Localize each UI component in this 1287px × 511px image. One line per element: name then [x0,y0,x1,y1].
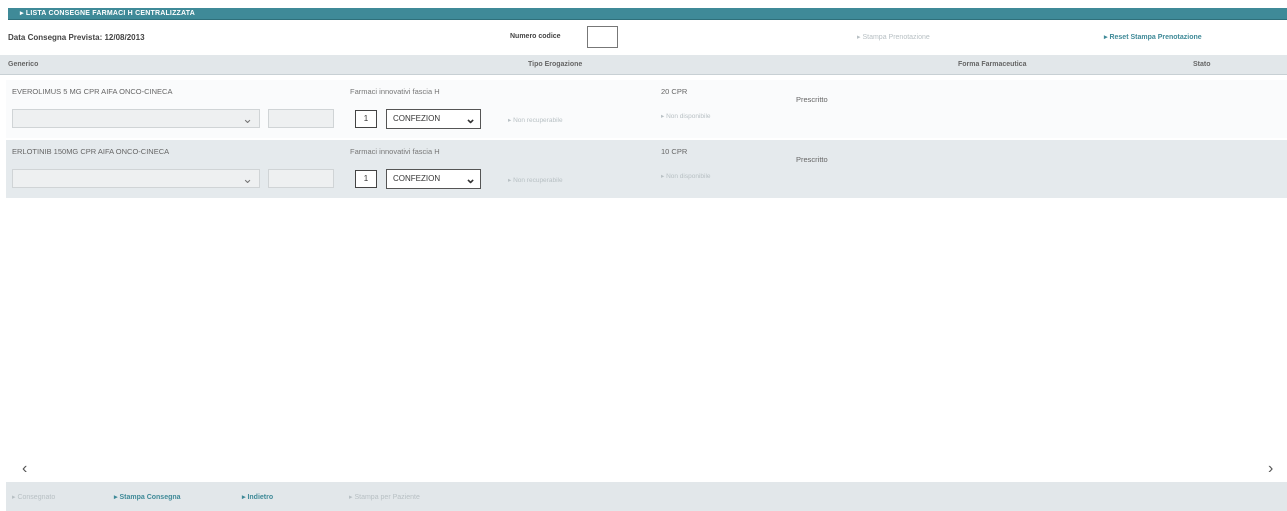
chevron-down-icon: ⌄ [465,171,476,186]
confezione-value: CONFEZION [393,174,441,183]
stampa-consegna-link[interactable]: ▸ Stampa Consegna [114,493,181,501]
quantity-input[interactable]: 1 [355,110,377,128]
quantity-input[interactable]: 1 [355,170,377,188]
table-row: EVEROLIMUS 5 MG CPR AIFA ONCO-CINECA ⌄ F… [6,80,1287,138]
scroll-left-icon[interactable]: ‹ [22,460,27,478]
indietro-link[interactable]: ▸ Indietro [242,493,273,501]
stampa-prenotazione-link[interactable]: ▸ Stampa Prenotazione [857,33,930,41]
column-header-stato: Stato [1193,61,1211,68]
delivery-date-label: Data Consegna Prevista: 12/08/2013 [8,33,145,42]
quantita-text: 10 CPR [661,147,688,156]
consegnato-link[interactable]: ▸ Consegnato [12,493,55,501]
chevron-down-icon: ⌄ [242,111,253,126]
footer-toolbar: ▸ Consegnato ▸ Stampa Consegna ▸ Indietr… [6,482,1287,511]
table-row: ERLOTINIB 150MG CPR AIFA ONCO-CINECA ⌄ F… [6,140,1287,198]
table-header: Generico Tipo Erogazione Forma Farmaceut… [0,55,1287,75]
chevron-down-icon: ⌄ [242,171,253,186]
stato-text: Prescritto [796,95,828,104]
column-header-forma-farmaceutica: Forma Farmaceutica [958,61,1027,68]
subheader-bar: Data Consegna Prevista: 12/08/2013 Numer… [0,24,1287,52]
drug-name: EVEROLIMUS 5 MG CPR AIFA ONCO-CINECA [12,87,173,96]
non-disponibile-link[interactable]: ▸ Non disponibile [661,112,711,120]
tipo-erogazione-text: Farmaci innovativi fascia H [350,87,440,96]
confezione-select[interactable]: CONFEZION ⌄ [386,109,481,129]
confezione-select[interactable]: CONFEZION ⌄ [386,169,481,189]
chevron-down-icon: ⌄ [465,111,476,126]
generico-quantity-field[interactable] [268,169,334,188]
scroll-right-icon[interactable]: › [1268,460,1273,478]
generico-quantity-field[interactable] [268,109,334,128]
codice-input[interactable] [587,26,618,48]
drug-name: ERLOTINIB 150MG CPR AIFA ONCO-CINECA [12,147,170,156]
quantita-text: 20 CPR [661,87,688,96]
column-header-tipo-erogazione: Tipo Erogazione [528,61,583,68]
stampa-paziente-link[interactable]: ▸ Stampa per Paziente [349,493,420,501]
non-disponibile-link[interactable]: ▸ Non disponibile [661,172,711,180]
column-header-generico: Generico [8,61,39,68]
codice-label: Numero codice [510,33,561,40]
generico-select[interactable]: ⌄ [12,109,260,128]
confezione-value: CONFEZION [393,114,441,123]
reset-stampa-prenotazione-link[interactable]: ▸ Reset Stampa Prenotazione [1104,33,1202,41]
tipo-erogazione-text: Farmaci innovativi fascia H [350,147,440,156]
stato-text: Prescritto [796,155,828,164]
non-recuperabile-link[interactable]: ▸ Non recuperabile [508,116,563,124]
generico-select[interactable]: ⌄ [12,169,260,188]
non-recuperabile-link[interactable]: ▸ Non recuperabile [508,176,563,184]
window-title-bar: ▸ LISTA CONSEGNE FARMACI H CENTRALIZZATA [8,8,1287,20]
